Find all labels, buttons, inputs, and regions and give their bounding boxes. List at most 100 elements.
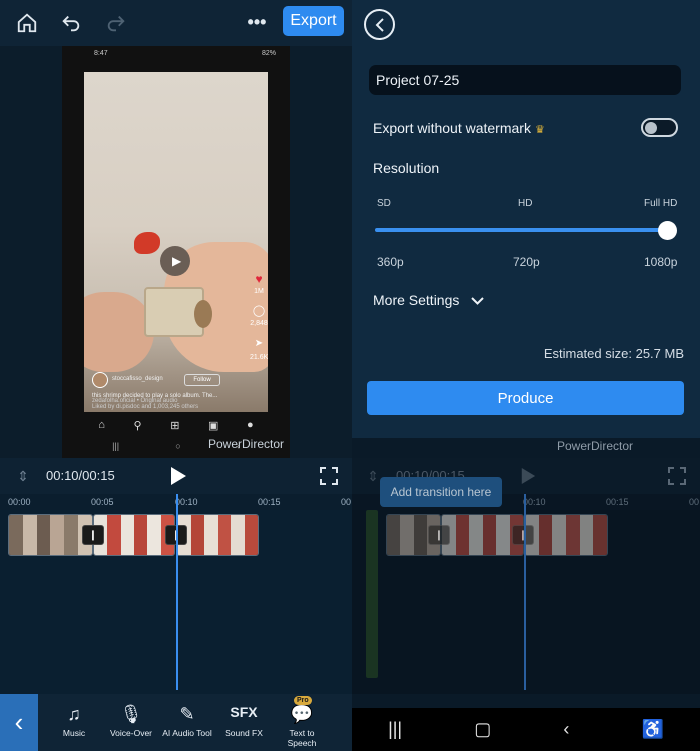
ruler-tick: 00 — [689, 497, 700, 507]
undo-icon[interactable] — [59, 11, 83, 35]
transition-tooltip: Add transition here — [380, 477, 502, 507]
ruler-tick: 00 — [341, 497, 352, 507]
resolution-level-hd: HD — [518, 198, 533, 209]
home-circle-icon[interactable]: ▢ — [474, 719, 491, 740]
chevron-down-icon — [471, 297, 484, 306]
play-overlay-icon: ▶ — [172, 254, 182, 268]
play-icon — [518, 466, 538, 486]
play-button[interactable] — [168, 466, 188, 486]
export-watermark-row: Export without watermark ♛ — [373, 120, 545, 136]
home-circle-icon: ○ — [175, 441, 181, 451]
likes-count: 1M — [254, 288, 264, 295]
video-clip-2[interactable] — [93, 514, 175, 556]
search-icon: ⚲ — [133, 419, 142, 432]
phone-screenshot: 8:47 82% ▶ ♥ 1M ◯ 2,848 ➤ 21.6K stoccafi… — [62, 46, 290, 458]
phone-nav-bar: ⌂ ⚲ ⊞ ▣ ● — [84, 414, 268, 436]
fullscreen-icon[interactable] — [319, 466, 339, 486]
top-bar: ••• Export — [0, 0, 352, 46]
sfx-icon: SFX — [230, 704, 258, 720]
reels-icon: ▣ — [208, 419, 219, 432]
powerdirector-watermark: PowerDirector — [208, 437, 285, 451]
follow-button: Follow — [184, 374, 220, 386]
audio-level-meter — [366, 510, 378, 678]
ai-audio-icon: ✎ — [179, 704, 195, 724]
recents-icon: ||| — [112, 441, 120, 451]
ruler-tick: 00:10 — [175, 497, 198, 507]
back-icon[interactable]: ‹ — [563, 719, 569, 740]
split-height-icon[interactable]: ⇕ — [14, 467, 32, 485]
crown-icon: ♛ — [534, 124, 545, 136]
music-tool[interactable]: ♫ Music — [46, 704, 102, 738]
dimmed-playhead — [524, 494, 526, 690]
export-button[interactable]: Export — [283, 6, 344, 36]
more-settings-toggle[interactable]: More Settings — [373, 292, 484, 308]
tool-label: Music — [62, 728, 86, 738]
resolution-slider-thumb[interactable] — [658, 221, 677, 240]
phone-time: 8:47 — [94, 50, 108, 57]
liked-by: Liked by di.pisdoc and 1,003,245 others — [92, 404, 199, 410]
accessibility-icon[interactable]: ♿ — [641, 719, 663, 740]
text-to-speech-tool[interactable]: Pro 💬 Text to Speech — [274, 696, 330, 748]
playback-time: 00:10/00:15 — [46, 468, 115, 483]
produce-button[interactable]: Produce — [367, 381, 684, 415]
android-nav-bar: ||| ▢ ‹ ♿ — [352, 708, 700, 751]
ruler-tick: 00:15 — [606, 497, 629, 507]
video-clip-1[interactable] — [8, 514, 93, 556]
resolution-label: Resolution — [373, 160, 440, 176]
voice-over-tool[interactable]: 🎙 Voice-Over — [103, 704, 159, 738]
ai-audio-tool[interactable]: ✎ AI Audio Tool — [159, 704, 215, 738]
resolution-level-fullhd: Full HD — [644, 198, 678, 209]
video-preview: 8:47 82% ▶ ♥ 1M ◯ 2,848 ➤ 21.6K stoccafi… — [0, 46, 352, 458]
add-icon: ⊞ — [170, 419, 180, 432]
recents-icon[interactable]: ||| — [388, 719, 402, 740]
fullscreen-icon — [667, 466, 687, 486]
resolution-slider-track[interactable] — [375, 228, 667, 232]
music-icon: ♫ — [67, 704, 81, 724]
toolbar-back-button[interactable]: ‹ — [0, 694, 38, 751]
text-to-speech-icon: 💬 — [290, 704, 314, 724]
transition-marker[interactable]: ❙ — [82, 525, 104, 545]
resolution-value-720: 720p — [513, 255, 540, 269]
export-watermark-label: Export without watermark — [373, 120, 531, 136]
export-settings-sheet: Project 07-25 Export without watermark ♛ … — [352, 0, 700, 438]
project-name-input[interactable]: Project 07-25 — [369, 65, 681, 95]
share-icon: ➤ — [254, 338, 264, 349]
username: stoccafisso_design — [112, 376, 163, 382]
shares-count: 21.6K — [250, 354, 268, 361]
music-box-knob — [194, 300, 212, 328]
sound-fx-tool[interactable]: SFX Sound FX — [216, 704, 272, 738]
ruler-tick: 00:15 — [258, 497, 281, 507]
watermark-toggle[interactable] — [641, 118, 678, 137]
app-root: ••• Export 8:47 82% ▶ ♥ 1M ◯ 2,848 ➤ 21.… — [0, 0, 700, 751]
ruler-tick: 00:05 — [91, 497, 114, 507]
tool-label: AI Audio Tool — [162, 728, 212, 738]
home-icon[interactable] — [15, 11, 39, 35]
phone-battery: 82% — [261, 50, 276, 57]
video-clip-3[interactable] — [176, 514, 259, 556]
video-clip-3 — [524, 514, 608, 556]
home-icon: ⌂ — [98, 419, 105, 431]
tool-label: Text to Speech — [287, 728, 317, 748]
comment-icon: ◯ — [252, 305, 266, 317]
ruler-tick: 00:10 — [523, 497, 546, 507]
dimmed-timeline: ❙ ❙ — [352, 510, 700, 694]
audio-toolbar: ‹ ♫ Music 🎙 Voice-Over ✎ AI Audio Tool S… — [0, 694, 352, 751]
resolution-value-1080: 1080p — [644, 255, 678, 269]
powerdirector-watermark: PowerDirector — [557, 439, 634, 453]
microphone-icon: 🎙 — [119, 704, 143, 724]
export-panel: Project 07-25 Export without watermark ♛ … — [352, 0, 700, 751]
playhead[interactable] — [176, 494, 178, 690]
shrimp-figure — [134, 232, 160, 254]
playback-controls: ⇕ 00:10/00:15 — [0, 458, 352, 494]
tool-label: Sound FX — [225, 728, 263, 738]
more-icon[interactable]: ••• — [245, 10, 269, 34]
toggle-knob — [645, 122, 657, 134]
back-button[interactable] — [364, 9, 395, 40]
resolution-value-360: 360p — [377, 255, 404, 269]
avatar — [92, 372, 108, 388]
redo-icon[interactable] — [104, 11, 128, 35]
estimated-size: Estimated size: 25.7 MB — [543, 346, 684, 361]
phone-status-bar: 8:47 82% — [62, 46, 290, 62]
transition-marker: ❙ — [512, 525, 534, 545]
pro-badge: Pro — [294, 696, 312, 705]
